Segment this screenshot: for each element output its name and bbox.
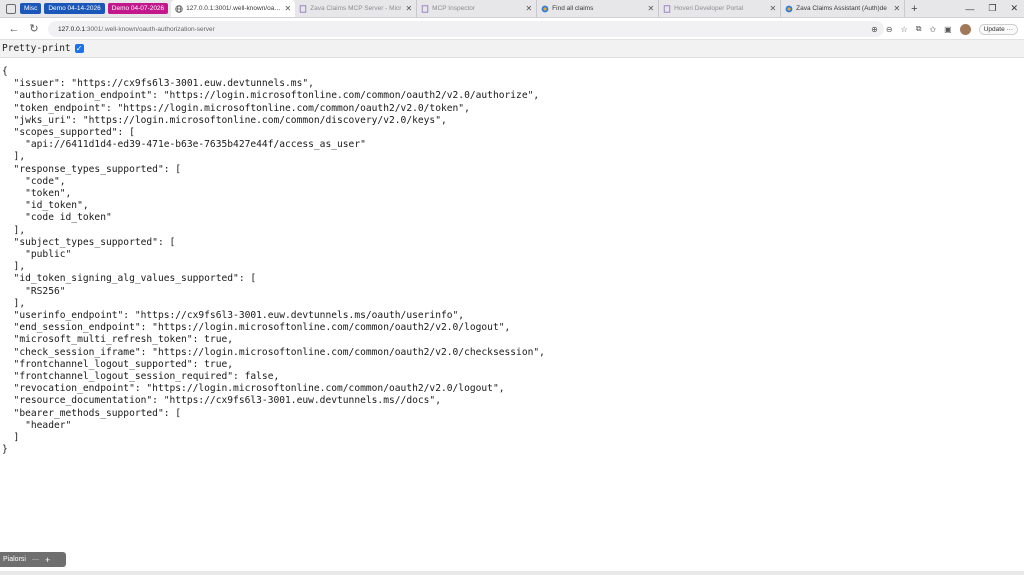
copilot-icon <box>541 5 549 13</box>
extensions-icon[interactable]: ⧉ <box>916 24 922 34</box>
more-icon: ··· <box>1006 25 1014 33</box>
window-controls: — ❐ ✕ <box>965 0 1018 17</box>
tab-group-misc[interactable]: Misc <box>20 3 42 14</box>
close-icon[interactable]: ✕ <box>284 4 291 13</box>
tab-zava-claims-assistant[interactable]: Zava Claims Assistant (Auth)de ✕ <box>781 0 906 17</box>
bottom-bar-label: Pialorsi <box>3 556 26 563</box>
close-icon[interactable]: ✕ <box>893 4 900 13</box>
globe-icon <box>175 4 183 13</box>
tab-strip: Misc Demo 04-14-2026 Demo 04-07-2026 127… <box>0 0 1024 18</box>
tab-oauth-metadata[interactable]: 127.0.0.1:3001/.well-known/oauth ✕ <box>171 0 296 17</box>
close-icon[interactable]: ✕ <box>647 4 654 13</box>
tab-title: Hoveri Developer Portal <box>674 5 744 12</box>
favorite-star-icon[interactable]: ☆ <box>901 25 908 34</box>
copilot-icon <box>785 5 793 13</box>
tab-group-demo-0414[interactable]: Demo 04-14-2026 <box>44 3 105 14</box>
tab-find-all-claims[interactable]: Find all claims ✕ <box>537 0 660 17</box>
workspaces-icon[interactable] <box>6 3 16 14</box>
tab-title: Zava Claims Assistant (Auth)de <box>796 5 887 12</box>
tab-title: Find all claims <box>552 5 594 12</box>
tab-zava-mcp-server[interactable]: Zava Claims MCP Server - Micr ✕ <box>295 0 418 17</box>
toolbar-right: ⊕ ⊖ ☆ ⧉ ✩ ▣ Update ··· <box>871 21 1018 37</box>
separator: — <box>31 556 39 563</box>
tab-mcp-inspector[interactable]: MCP Inspector ✕ <box>417 0 538 17</box>
zoom-icon[interactable]: ⊕ <box>871 25 878 34</box>
json-content: { "issuer": "https://cx9fs6l3-3001.euw.d… <box>2 66 545 456</box>
close-icon[interactable]: ✕ <box>525 4 532 13</box>
window-bottom-edge <box>0 571 1024 575</box>
close-window-icon[interactable]: ✕ <box>1010 3 1018 14</box>
pretty-print-checkbox[interactable]: ✓ <box>74 44 84 53</box>
reading-mode-icon[interactable]: ⊖ <box>886 25 893 34</box>
close-icon[interactable]: ✕ <box>405 4 412 13</box>
minimize-icon[interactable]: — <box>965 4 974 14</box>
update-button[interactable]: Update ··· <box>978 23 1018 35</box>
page-icon <box>299 4 307 13</box>
tab-title: MCP Inspector <box>432 5 476 12</box>
page-icon <box>421 4 429 13</box>
profile-avatar[interactable] <box>959 23 971 35</box>
bottom-floating-bar: Pialorsi — + <box>0 552 66 567</box>
tab-title: 127.0.0.1:3001/.well-known/oauth <box>186 5 282 12</box>
back-icon[interactable]: ← <box>8 23 20 35</box>
address-url: 127.0.0.1:3001/.well-known/oauth-authori… <box>58 25 215 33</box>
maximize-icon[interactable]: ❐ <box>988 3 996 14</box>
pretty-print-label: Pretty-print <box>2 43 71 54</box>
browser-toolbar: ← ↻ 127.0.0.1:3001/.well-known/oauth-aut… <box>0 18 1024 40</box>
collections-icon[interactable]: ▣ <box>944 25 952 34</box>
tab-group-demo-0407[interactable]: Demo 04-07-2026 <box>107 3 169 14</box>
page-icon <box>663 4 671 13</box>
refresh-icon[interactable]: ↻ <box>28 22 40 35</box>
close-icon[interactable]: ✕ <box>769 4 776 13</box>
new-tab-button[interactable]: + <box>911 3 917 15</box>
tab-hoveri-developer-portal[interactable]: Hoveri Developer Portal ✕ <box>659 0 782 17</box>
favorites-icon[interactable]: ✩ <box>929 25 936 34</box>
address-bar[interactable]: 127.0.0.1:3001/.well-known/oauth-authori… <box>48 21 884 37</box>
add-icon[interactable]: + <box>45 555 50 565</box>
tab-title: Zava Claims MCP Server - Micr <box>310 5 402 12</box>
pretty-print-bar: Pretty-print ✓ <box>0 40 1024 58</box>
